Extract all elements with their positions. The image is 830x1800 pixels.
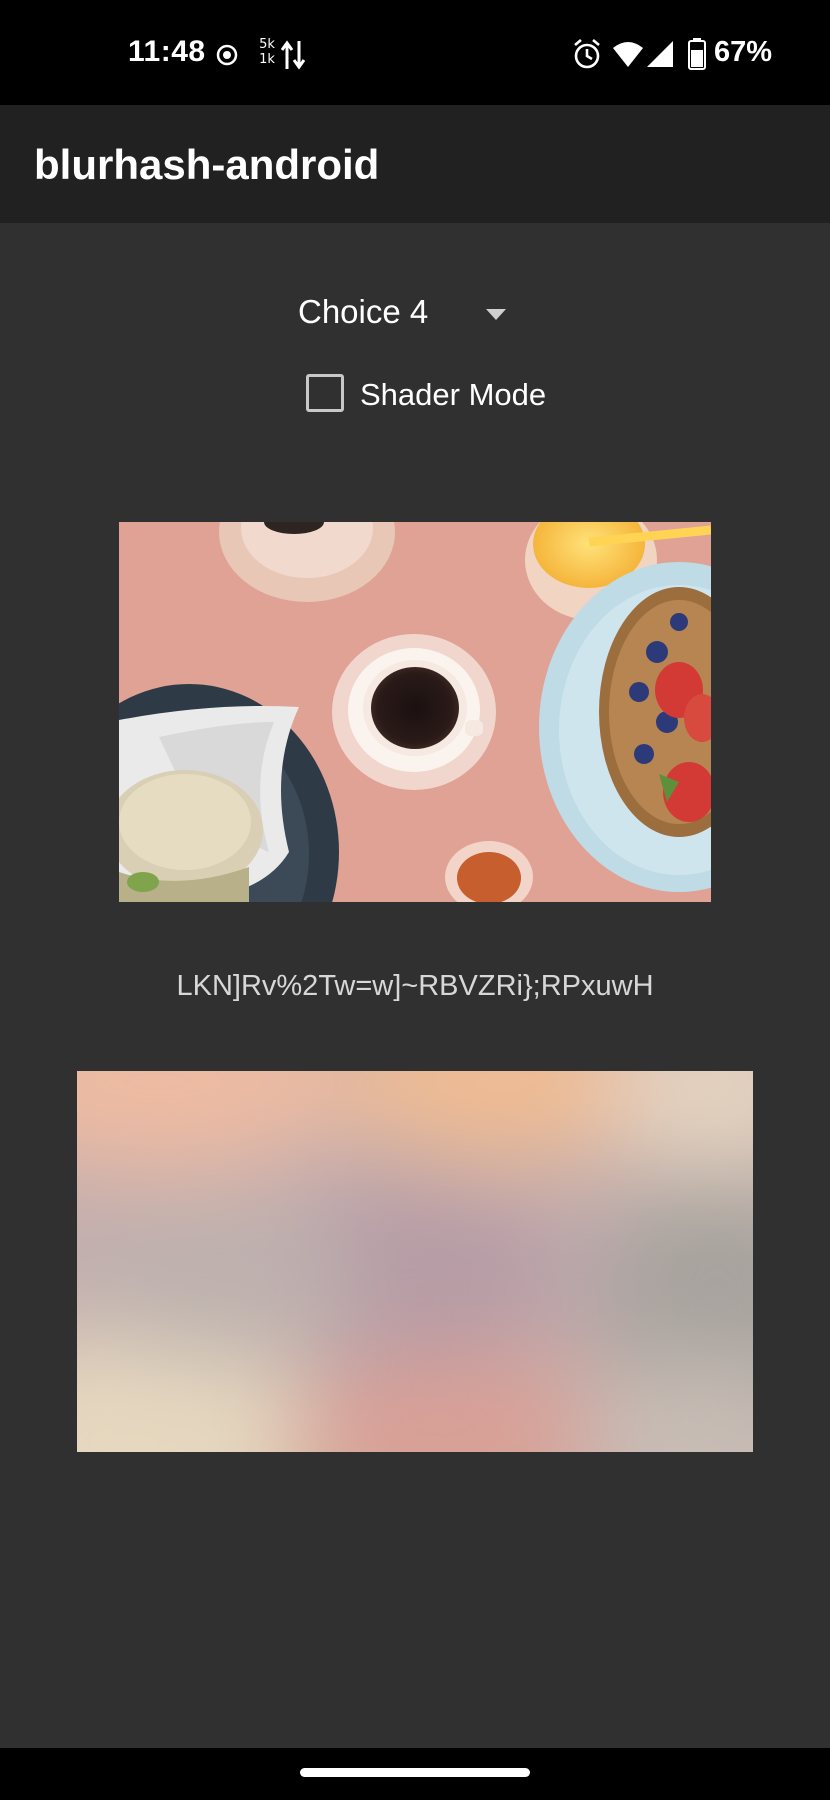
data-rates: 5k 1k — [256, 37, 278, 67]
navigation-bar — [0, 1748, 830, 1800]
dnd-icon — [216, 44, 238, 66]
blurred-image — [77, 1071, 753, 1452]
data-transfer-icon: 5k 1k — [256, 37, 308, 73]
app-screen: 11:48 5k 1k 67% blurhash-android Choice … — [0, 0, 830, 1800]
battery-percentage: 67% — [714, 36, 773, 68]
data-rate-down: 1k — [259, 52, 275, 67]
shader-mode-checkbox[interactable]: Shader Mode — [306, 372, 546, 416]
spinner-selected-value: Choice 4 — [298, 293, 429, 330]
blurhash-string: LKN]Rv%2Tw=w]~RBVZRi};RPxuwH — [176, 970, 654, 1002]
alarm-icon — [574, 39, 600, 69]
home-gesture-handle[interactable] — [300, 1768, 530, 1777]
data-arrows-icon — [280, 40, 306, 70]
data-rate-up: 5k — [259, 37, 275, 52]
dropdown-arrow-icon — [486, 309, 506, 320]
original-image — [119, 522, 711, 902]
status-bar: 11:48 5k 1k 67% — [0, 0, 830, 105]
app-title: blurhash-android — [34, 141, 380, 188]
blurhash-preview — [77, 1071, 753, 1452]
status-time: 11:48 — [128, 35, 206, 68]
choice-spinner[interactable]: Choice 4 — [288, 285, 528, 345]
checkbox-box[interactable] — [306, 374, 344, 412]
app-bar: blurhash-android — [0, 105, 830, 223]
battery-icon — [688, 38, 706, 70]
checkbox-label: Shader Mode — [360, 377, 547, 412]
signal-icon — [647, 41, 673, 67]
breakfast-photo — [119, 522, 711, 902]
wifi-icon — [613, 42, 643, 67]
